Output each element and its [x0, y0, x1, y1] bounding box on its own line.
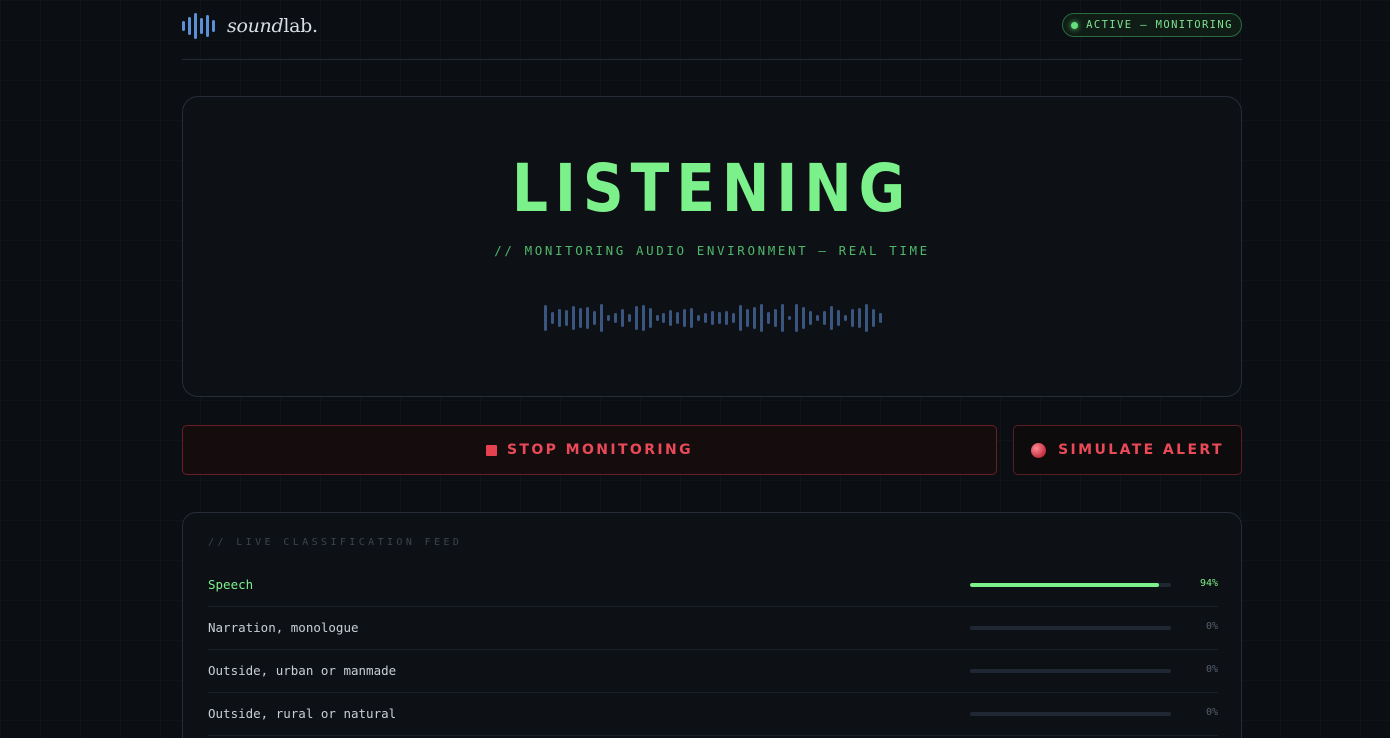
waveform-bar [801, 307, 805, 329]
simulate-alert-label: SIMULATE ALERT [1058, 442, 1224, 458]
status-badge: ACTIVE — MONITORING [1062, 13, 1242, 37]
waveform-bar [599, 304, 603, 332]
waveform-bar [648, 308, 652, 328]
waveform-bar [857, 308, 861, 328]
waveform-bar [571, 306, 575, 330]
waveform-bar [655, 315, 659, 321]
waveform-bar [815, 315, 819, 321]
waveform-bar [557, 309, 561, 327]
app-container: soundlab. ACTIVE — MONITORING LISTENING … [182, 0, 1242, 738]
class-label: Outside, rural or natural [208, 706, 397, 721]
waveform-bar [864, 304, 868, 332]
waveform-bar [843, 315, 847, 321]
logo-text: soundlab. [227, 15, 318, 37]
waveform-icon [182, 12, 215, 40]
confidence-bar [970, 626, 1171, 630]
header: soundlab. ACTIVE — MONITORING [182, 0, 1242, 60]
class-label: Narration, monologue [208, 620, 359, 635]
class-label: Speech [208, 577, 254, 592]
waveform-bar [760, 304, 764, 332]
confidence-fill [970, 583, 1159, 587]
logo-text-regular: lab. [283, 15, 318, 37]
waveform-bar [718, 312, 722, 324]
logo-text-italic: sound [227, 15, 284, 37]
list-item: Narration, monologue 0% [208, 607, 1218, 650]
confidence-bar [970, 583, 1171, 587]
feed-list: Speech 94% Narration, monologue 0% Outsi… [208, 564, 1218, 736]
waveform-bar [550, 312, 554, 324]
waveform-bar [585, 307, 589, 329]
class-label: Outside, urban or manmade [208, 663, 397, 678]
waveform-bar [829, 306, 833, 330]
waveform-bar [641, 305, 645, 331]
waveform-bar [739, 305, 743, 331]
stop-icon [485, 444, 497, 456]
confidence-bar [970, 669, 1171, 673]
page-title: LISTENING [511, 150, 913, 227]
list-item: Outside, urban or manmade 0% [208, 650, 1218, 693]
waveform-bar [725, 311, 729, 325]
logo[interactable]: soundlab. [182, 12, 318, 40]
waveform-bar [627, 314, 631, 322]
waveform-bar [808, 311, 812, 325]
waveform-bar [732, 313, 736, 323]
status-label: ACTIVE — MONITORING [1086, 19, 1233, 31]
waveform-bar [620, 309, 624, 327]
waveform-bar [850, 309, 854, 327]
waveform-bar [662, 313, 666, 323]
record-dot-icon [1031, 442, 1047, 458]
waveform-bar [606, 315, 610, 321]
waveform-bar [578, 308, 582, 328]
waveform-bar [871, 309, 875, 327]
waveform-bar [794, 304, 798, 332]
waveform-bar [634, 306, 638, 330]
waveform-bar [836, 310, 840, 326]
waveform-bar [613, 313, 617, 323]
waveform-bar [669, 310, 673, 326]
waveform-bar [767, 312, 770, 324]
listening-panel: LISTENING // MONITORING AUDIO ENVIRONMEN… [182, 96, 1242, 397]
waveform-bar [787, 316, 791, 320]
waveform-bar [683, 309, 687, 327]
waveform-bar [753, 307, 757, 329]
waveform-bar [697, 315, 701, 321]
classification-feed: // LIVE CLASSIFICATION FEED Speech 94% N… [182, 512, 1242, 738]
waveform-bar [592, 311, 596, 325]
confidence-value: 0% [1205, 621, 1218, 632]
waveform-bar [676, 312, 680, 324]
confidence-value: 94% [1199, 578, 1218, 589]
confidence-value: 0% [1205, 664, 1218, 675]
waveform-bar [704, 313, 708, 323]
waveform-icon [544, 301, 882, 335]
list-item: Outside, rural or natural 0% [208, 693, 1218, 736]
waveform-bar [878, 313, 882, 323]
waveform-bar [690, 308, 694, 328]
list-item: Speech 94% [208, 564, 1218, 607]
page-subtitle: // MONITORING AUDIO ENVIRONMENT — REAL T… [494, 243, 930, 258]
waveform-bar [564, 310, 568, 326]
waveform-bar [780, 304, 784, 332]
confidence-bar [970, 712, 1171, 716]
status-dot-icon [1071, 21, 1079, 29]
confidence-value: 0% [1205, 707, 1218, 718]
feed-title: // LIVE CLASSIFICATION FEED [208, 537, 463, 548]
stop-monitoring-button[interactable]: STOP MONITORING [182, 425, 997, 475]
stop-monitoring-label: STOP MONITORING [506, 442, 694, 458]
waveform-bar [711, 311, 715, 325]
waveform-bar [544, 305, 547, 331]
waveform-bar [822, 311, 826, 325]
waveform-bar [773, 309, 777, 327]
simulate-alert-button[interactable]: SIMULATE ALERT [1013, 425, 1242, 475]
waveform-bar [746, 309, 750, 327]
